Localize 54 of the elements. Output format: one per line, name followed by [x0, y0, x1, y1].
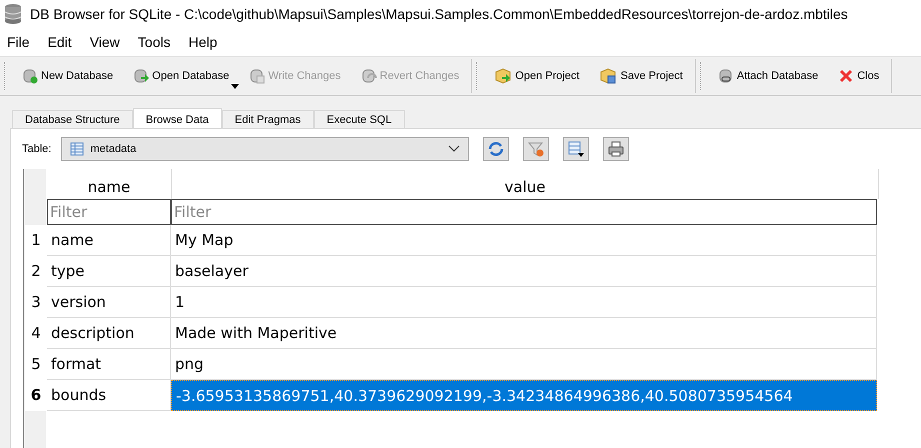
menu-item[interactable]: Tools: [138, 34, 170, 50]
toolbar-button[interactable]: Open Database: [123, 61, 240, 91]
toolbar-button[interactable]: Open Project: [484, 61, 590, 91]
toolbar-button[interactable]: Attach Database: [708, 61, 828, 91]
toolbar-button[interactable]: New Database: [12, 61, 124, 91]
filter-icon: [527, 140, 546, 158]
tab[interactable]: Browse Data: [132, 108, 222, 128]
tab[interactable]: Execute SQL: [314, 110, 405, 128]
database-link-icon: [718, 68, 734, 84]
table-cell: baselayer: [171, 256, 877, 287]
export-button[interactable]: [563, 137, 590, 161]
table-cell: description: [47, 318, 171, 349]
menu-item[interactable]: File: [7, 34, 30, 50]
menu-item[interactable]: Edit: [48, 34, 72, 50]
table-dropdown[interactable]: metadata: [61, 137, 470, 161]
row-number[interactable]: 2: [25, 256, 47, 287]
table-cell: Made with Maperitive: [171, 318, 877, 349]
table-icon: [70, 142, 84, 156]
toolbar-button[interactable]: Clos: [828, 61, 890, 91]
database-plus-icon: [22, 68, 38, 84]
table-cell: -3.65953135869751,40.3739629092199,-3.34234864996386,40.5080735954564: [171, 380, 877, 411]
menu-item[interactable]: Help: [188, 34, 218, 50]
database-icon: [4, 3, 22, 25]
clear-filter-button[interactable]: [523, 137, 550, 161]
refresh-icon: [487, 140, 506, 158]
table-cell: type: [47, 256, 171, 287]
row-number[interactable]: 1: [25, 225, 47, 256]
box-arrow-icon: [494, 68, 512, 84]
table-cell: 1: [171, 287, 877, 318]
window-title: DB Browser for SQLite - C:\code\github\Mapsui\Samples\Mapsui.Samples.Common\EmbeddedResources\torrejon-de-ardoz.mbtiles: [30, 6, 848, 22]
row-number[interactable]: 3: [25, 287, 47, 318]
row-number[interactable]: 6: [25, 380, 47, 411]
table-cell: format: [47, 349, 171, 380]
row-number[interactable]: 5: [25, 349, 47, 380]
chevron-down-icon: [448, 145, 460, 153]
table-cell: My Map: [171, 225, 877, 256]
refresh-button[interactable]: [483, 137, 510, 161]
filter-field[interactable]: Filter: [171, 199, 877, 225]
printer-icon: [607, 140, 626, 158]
print-button[interactable]: [603, 137, 630, 161]
tab[interactable]: Edit Pragmas: [222, 110, 314, 128]
toolbar-button[interactable]: Save Project: [589, 61, 693, 91]
box-save-icon: [599, 68, 618, 84]
table-label: Table:: [22, 143, 52, 155]
database-revert-icon: [360, 68, 377, 84]
table-cell: version: [47, 287, 171, 318]
table-cell: name: [47, 225, 171, 256]
close-icon: [838, 68, 854, 84]
menu-item[interactable]: View: [90, 34, 120, 50]
database-save-icon: [249, 68, 266, 84]
row-number[interactable]: 4: [25, 318, 47, 349]
tab[interactable]: Database Structure: [12, 110, 133, 128]
table-export-icon: [567, 140, 586, 158]
filter-field[interactable]: Filter: [47, 199, 171, 225]
